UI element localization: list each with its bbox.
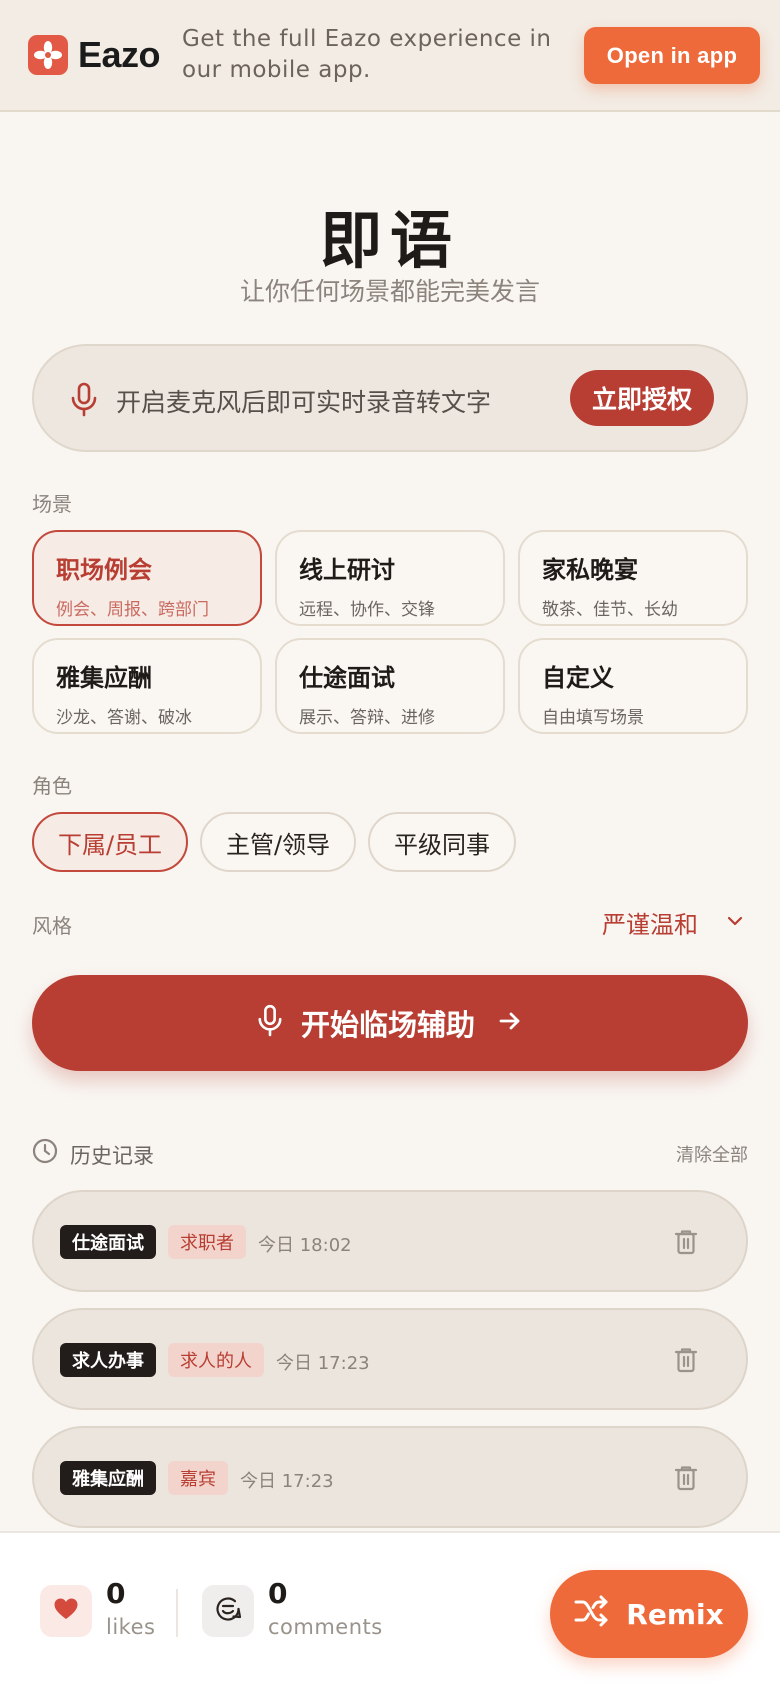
scene-option-title: 仕途面试 (299, 664, 395, 692)
comment-button[interactable] (202, 1585, 254, 1637)
scene-option-title: 自定义 (542, 664, 614, 692)
eazo-logo-icon (28, 35, 68, 75)
like-button[interactable] (40, 1585, 92, 1637)
scene-option-workplace-meeting[interactable]: 职场例会 例会、周报、跨部门 (32, 530, 262, 626)
role-option-peer[interactable]: 平级同事 (368, 812, 516, 872)
history-role-tag: 嘉宾 (168, 1461, 228, 1495)
arrow-right-icon (497, 1008, 523, 1038)
microphone-permission-bar: 开启麦克风后即可实时录音转文字 立即授权 (32, 344, 748, 452)
role-option-supervisor[interactable]: 主管/领导 (200, 812, 356, 872)
page-title: 即语 (319, 204, 460, 277)
scene-label: 场景 (32, 492, 72, 516)
logo-text: Eazo (78, 34, 161, 75)
authorize-button[interactable]: 立即授权 (570, 370, 714, 426)
trash-icon[interactable] (674, 1465, 698, 1495)
history-title: 历史记录 (70, 1144, 154, 1168)
page-subtitle: 让你任何场景都能完美发言 (239, 277, 540, 306)
comment-icon (214, 1595, 242, 1627)
scene-option-online-seminar[interactable]: 线上研讨 远程、协作、交锋 (275, 530, 505, 626)
history-time: 今日 17:23 (240, 1471, 334, 1492)
history-time: 今日 17:23 (276, 1353, 370, 1374)
divider (176, 1589, 178, 1637)
trash-icon[interactable] (674, 1229, 698, 1259)
remix-button[interactable]: Remix (550, 1570, 748, 1658)
clock-icon (32, 1138, 58, 1168)
scene-option-subtitle: 沙龙、答谢、破冰 (56, 708, 192, 728)
scene-option-title: 职场例会 (56, 556, 152, 584)
clear-all-button[interactable]: 清除全部 (676, 1141, 748, 1167)
history-scene-tag: 雅集应酬 (60, 1461, 156, 1495)
history-item[interactable]: 雅集应酬 嘉宾 今日 17:23 (32, 1426, 748, 1528)
start-assist-button[interactable]: 开始临场辅助 (32, 975, 748, 1071)
likes-count: 0 (106, 1577, 126, 1610)
scene-option-subtitle: 远程、协作、交锋 (299, 600, 435, 620)
history-item[interactable]: 仕途面试 求职者 今日 18:02 (32, 1190, 748, 1292)
style-select-value[interactable]: 严谨温和 (602, 905, 698, 940)
style-label: 风格 (32, 914, 72, 938)
microphone-icon (257, 1004, 283, 1042)
scene-option-subtitle: 自由填写场景 (542, 708, 644, 728)
start-assist-label: 开始临场辅助 (300, 1008, 475, 1042)
role-label: 角色 (32, 774, 72, 798)
history-scene-tag: 求人办事 (60, 1343, 156, 1377)
scene-option-title: 线上研讨 (299, 556, 395, 584)
app-banner: Eazo Get the full Eazo experience in our… (0, 0, 780, 112)
scene-option-family-dinner[interactable]: 家私晚宴 敬茶、佳节、长幼 (518, 530, 748, 626)
history-role-tag: 求人的人 (168, 1343, 264, 1377)
scene-option-social-gathering[interactable]: 雅集应酬 沙龙、答谢、破冰 (32, 638, 262, 734)
scene-option-subtitle: 敬茶、佳节、长幼 (542, 600, 678, 620)
microphone-prompt: 开启麦克风后即可实时录音转文字 (116, 388, 492, 417)
history-scene-tag: 仕途面试 (60, 1225, 156, 1259)
scene-option-title: 家私晚宴 (542, 556, 638, 584)
scene-option-subtitle: 展示、答辩、进修 (299, 708, 435, 728)
heart-icon (53, 1597, 79, 1625)
trash-icon[interactable] (674, 1347, 698, 1377)
role-option-subordinate[interactable]: 下属/员工 (32, 812, 188, 872)
history-role-tag: 求职者 (168, 1225, 246, 1259)
scene-option-subtitle: 例会、周报、跨部门 (56, 600, 209, 620)
scene-option-title: 雅集应酬 (56, 664, 152, 692)
chevron-down-icon[interactable] (724, 910, 746, 936)
banner-message: Get the full Eazo experience in our mobi… (182, 26, 552, 83)
scene-option-custom[interactable]: 自定义 自由填写场景 (518, 638, 748, 734)
comments-label: comments (268, 1615, 383, 1639)
open-in-app-button[interactable]: Open in app (584, 27, 760, 84)
history-item[interactable]: 求人办事 求人的人 今日 17:23 (32, 1308, 748, 1410)
shuffle-icon (574, 1595, 626, 1634)
likes-label: likes (106, 1615, 156, 1639)
scene-option-interview[interactable]: 仕途面试 展示、答辩、进修 (275, 638, 505, 734)
remix-label: Remix (626, 1597, 724, 1631)
bottom-action-bar: 0 likes 0 comments Remix (0, 1531, 780, 1688)
history-time: 今日 18:02 (258, 1235, 352, 1256)
microphone-icon (70, 382, 98, 422)
comments-count: 0 (268, 1577, 288, 1610)
